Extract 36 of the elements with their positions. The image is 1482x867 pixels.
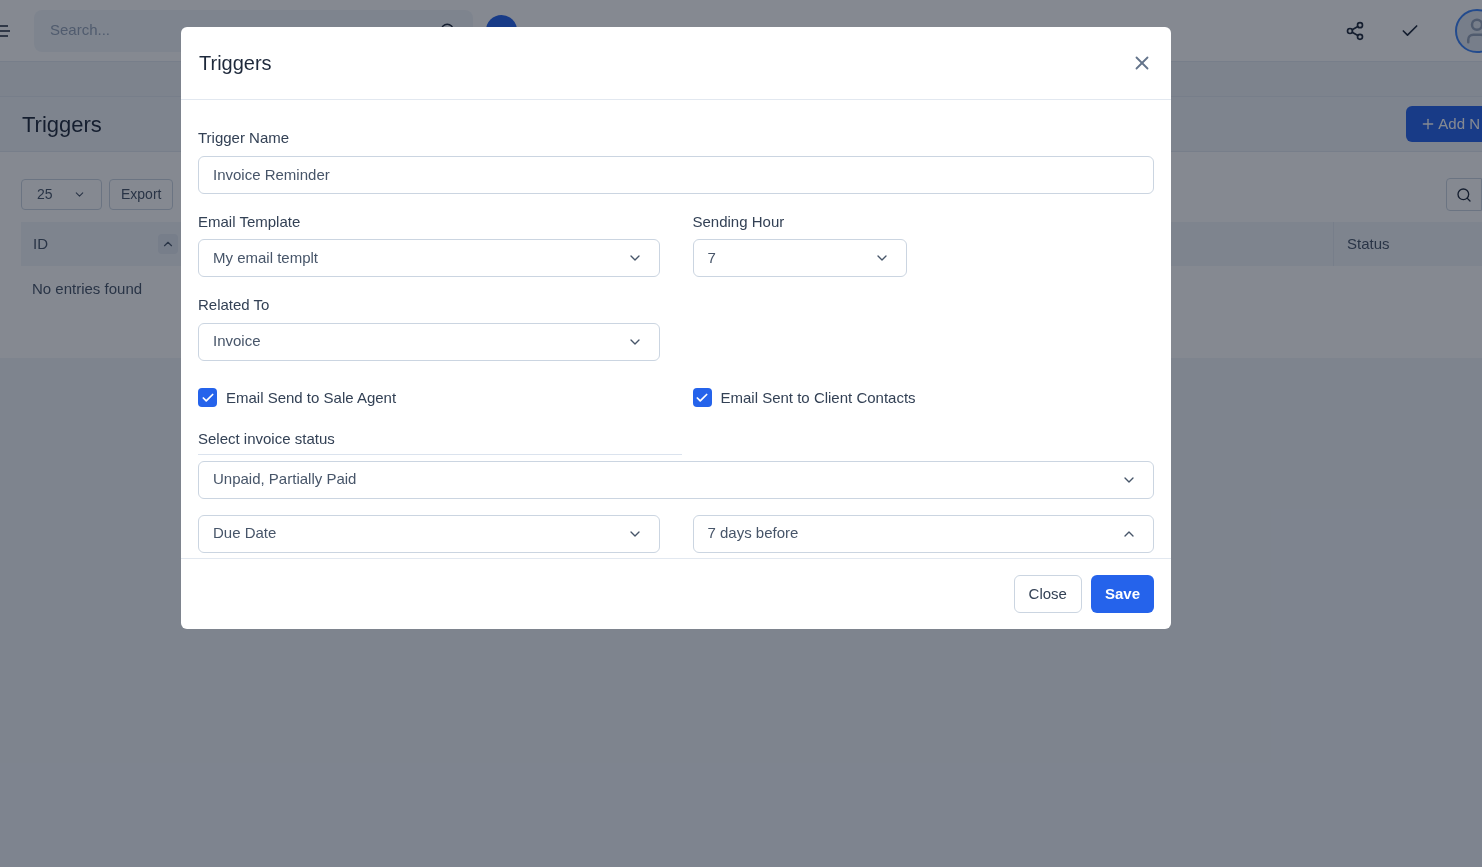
select-value: My email templt [213,247,319,268]
menu-icon[interactable] [0,23,10,38]
column-header: Status [1333,222,1482,266]
checkbox-label: Email Sent to Client Contacts [720,387,916,408]
select-value: 7 days before [707,523,799,544]
select-value: Invoice [213,331,261,352]
select-value: Due Date [213,523,277,544]
field-label: Select invoice status [198,428,682,455]
share-icon[interactable] [1345,20,1365,41]
checkbox[interactable] [198,388,217,408]
modal-title: Triggers [199,51,272,76]
column-header: ID [33,233,48,254]
select-value: Unpaid, Partially Paid [213,469,357,490]
select-field[interactable]: My email templt [198,239,660,277]
field-label: Related To [198,295,271,315]
select-value: 7 [707,247,716,268]
field-label: Sending Hour [692,211,786,232]
trigger-name-field[interactable]: Invoice Reminder [198,155,1154,194]
select-field[interactable]: 7 [692,239,907,277]
select-field[interactable]: Unpaid, Partially Paid [198,460,1154,499]
field-label: Trigger Name [198,128,291,148]
save-button[interactable]: Save [1090,575,1154,613]
close-button[interactable]: Close [1013,575,1082,613]
select-field[interactable]: 7 days before [692,514,1154,553]
field-label: Email Template [198,211,302,232]
page-size-select[interactable]: 25 [21,179,102,210]
sort-button[interactable] [158,234,178,254]
export-button[interactable]: Export [109,179,174,210]
select-field[interactable]: Due Date [198,514,660,553]
select-field[interactable]: Invoice [198,322,660,361]
empty-message: No entries found [32,279,144,299]
search-icon [1456,186,1472,203]
page-title: Triggers [22,110,102,139]
checkbox-label: Email Send to Sale Agent [226,387,397,408]
table-search-button[interactable] [1446,178,1482,211]
checkbox[interactable] [692,388,712,408]
